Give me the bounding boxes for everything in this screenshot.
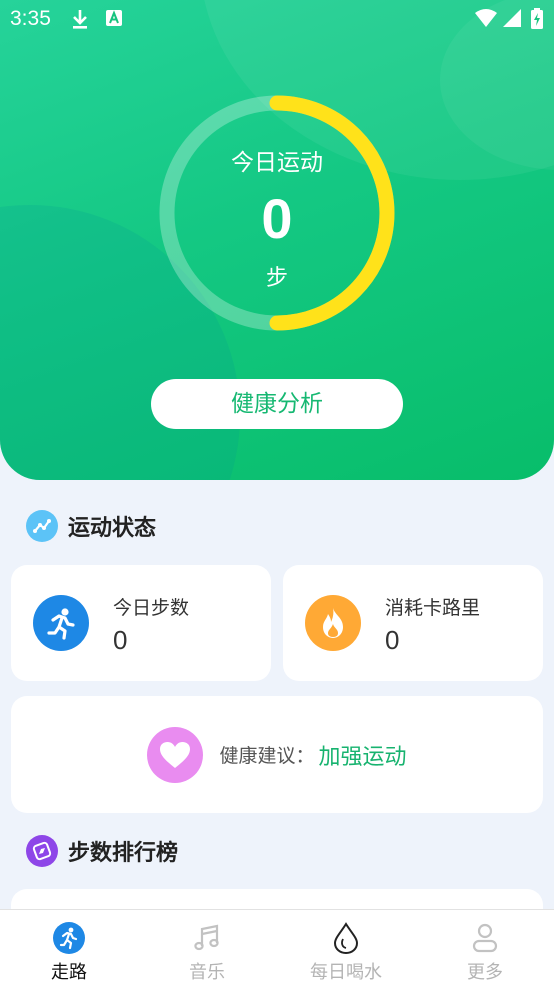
health-analysis-button[interactable]: 健康分析 xyxy=(151,379,403,429)
today-steps-unit: 步 xyxy=(265,266,288,291)
tab-music[interactable]: 音乐 xyxy=(138,910,276,984)
trend-chart-icon xyxy=(26,510,58,542)
person-icon xyxy=(469,922,501,954)
health-advice: 健康建议： 加强运动 xyxy=(11,696,543,813)
compass-icon xyxy=(26,835,58,867)
music-note-icon xyxy=(191,922,223,954)
advice-label: 健康建议： xyxy=(219,745,315,767)
tab-walk[interactable]: 走路 xyxy=(0,910,138,984)
section-title-ranking: 步数排行榜 xyxy=(68,841,179,866)
stat-value-steps: 0 xyxy=(113,625,128,655)
stat-label-steps: 今日步数 xyxy=(113,597,190,619)
walk-icon xyxy=(53,922,85,954)
bottom-tab-bar: 走路 音乐 每日喝水 更多 xyxy=(0,909,554,984)
tab-label-walk: 走路 xyxy=(51,962,87,983)
tab-label-daily-water: 每日喝水 xyxy=(310,962,382,983)
wifi-icon xyxy=(475,9,497,27)
status-bar: 3:35 xyxy=(0,0,554,38)
stat-card-calories: 消耗卡路里 0 xyxy=(283,565,543,681)
today-summary: 今日运动 0 步 xyxy=(152,88,402,338)
hero-panel: 3:35 今日运动 0 步 健康分析 xyxy=(0,0,554,480)
app-notification-icon xyxy=(106,10,122,26)
stat-card-steps: 今日步数 0 xyxy=(11,565,271,681)
tab-more[interactable]: 更多 xyxy=(416,910,554,984)
battery-charging-icon xyxy=(531,8,543,29)
flame-icon xyxy=(305,595,361,651)
section-header-status: 运动状态 xyxy=(26,509,156,543)
today-steps-value: 0 xyxy=(261,187,293,250)
running-icon xyxy=(33,595,89,651)
advice-value: 加强运动 xyxy=(318,744,407,770)
download-icon xyxy=(73,10,87,29)
stat-label-calories: 消耗卡路里 xyxy=(385,597,481,619)
section-title-status: 运动状态 xyxy=(68,516,157,541)
tab-label-music: 音乐 xyxy=(189,962,225,983)
tab-daily-water[interactable]: 每日喝水 xyxy=(277,910,415,984)
today-title: 今日运动 xyxy=(231,150,323,176)
tab-label-more: 更多 xyxy=(467,962,503,983)
signal-icon xyxy=(503,9,521,27)
heart-icon xyxy=(147,726,204,783)
status-time: 3:35 xyxy=(10,7,51,30)
section-header-ranking: 步数排行榜 xyxy=(26,834,178,868)
water-drop-icon xyxy=(330,922,362,954)
health-advice-card: 健康建议： 加强运动 xyxy=(11,696,543,813)
stat-value-calories: 0 xyxy=(385,625,400,655)
